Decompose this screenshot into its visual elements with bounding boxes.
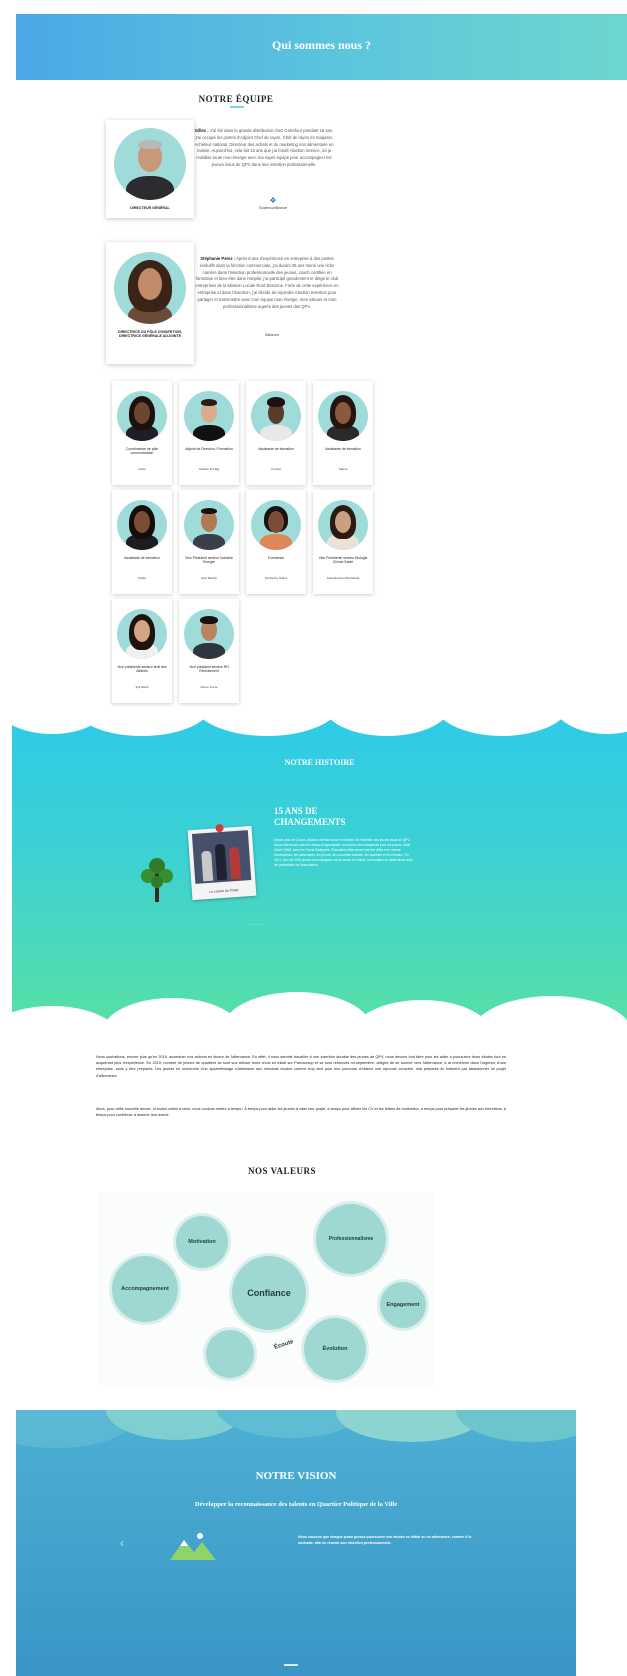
member-name: Kendel [271, 467, 281, 471]
avatar [184, 391, 234, 441]
body-paragraph: Nous souhaitons, encore plus qu'en 2019,… [96, 1055, 506, 1078]
member-role: Assistante de formation [258, 447, 294, 451]
leader-card: DIRECTEUR GÉNÉRAL [106, 120, 194, 218]
history-footnote: — — — — — [248, 922, 267, 926]
photo-caption: Le sachet du Projet [209, 887, 239, 894]
member-role: Vice président secteur RH Recrutement [189, 665, 229, 674]
avatar [114, 128, 186, 200]
avatar [114, 252, 186, 324]
avatar [318, 391, 368, 441]
team-member-card: Vice Présidente secteur Biologie Chimie … [313, 490, 373, 594]
member-name: Aïda Bouchra Benhadda [326, 576, 360, 580]
history-text: Depuis plus de 15 ans, Alaction Service … [274, 838, 413, 867]
member-role: Vice Présidente secteur Biologie Chimie … [318, 556, 368, 565]
avatar [117, 391, 167, 441]
leader-role: DIRECTEUR GÉNÉRAL [130, 206, 170, 210]
member-name: Sofiane El Hajji [198, 467, 220, 471]
value-bubble: Évolution [304, 1318, 366, 1380]
group-photo [191, 830, 252, 884]
carousel-indicator[interactable] [284, 1664, 298, 1666]
values-diagram: Motivation Professionnalisme Accompagnem… [98, 1192, 434, 1386]
member-role: Assistante de formation [124, 556, 160, 560]
team-member-card: Assistante de formation Salma [313, 381, 373, 485]
history-subtitle: 15 ANS DE CHANGEMENTS [274, 806, 346, 827]
hero-banner: Qui sommes nous ? [16, 14, 627, 80]
member-role: Vice présidente secteur droit des Affair… [117, 665, 167, 674]
value-bubble: Confiance [232, 1256, 306, 1330]
title-underline [230, 106, 244, 108]
value-bubble [206, 1330, 254, 1378]
team-section-title: NOTRE ÉQUIPE [198, 94, 274, 104]
partner-logo: Alliance [264, 332, 279, 337]
tree-icon [140, 852, 174, 902]
member-role: Coordinatrice de pôle communication [125, 447, 159, 456]
body-paragraph: Alors, pour cette nouvelle année, ni tou… [96, 1107, 506, 1118]
avatar [117, 500, 167, 550]
member-role: Vice Président secteur Industrie Énergie [185, 556, 233, 565]
history-photo: Le sachet du Projet [187, 823, 257, 901]
avatar [117, 609, 167, 659]
avatar [184, 500, 234, 550]
member-name: Chloé [138, 467, 146, 471]
member-role: Formatrice [267, 556, 285, 560]
member-name: Ilyès Bachiri [200, 576, 218, 580]
values-section-title: NOS VALEURS [248, 1166, 316, 1176]
vision-text: Nous voulons que chaque jeune puisse pou… [298, 1535, 472, 1545]
member-name: Nadia [138, 576, 146, 580]
leader-bio: Gilles : J'ai été dans la grande distrib… [194, 128, 334, 167]
team-member-card: Vice Président secteur Industrie Énergie… [179, 490, 239, 594]
leader-role: DIRECTRICE DU PÔLE D'INSERTION, DIRECTRI… [118, 330, 182, 339]
hero-title: Qui sommes nous ? [271, 38, 372, 52]
sodexo-logo-icon: ❖ [269, 196, 277, 205]
member-role: Assistante de formation [325, 447, 361, 451]
value-label: Écoute [273, 1339, 295, 1351]
vision-subtitle: Développer la reconnaissance des talents… [194, 1501, 398, 1508]
team-member-card: Vice président secteur RH Recrutement Mo… [179, 599, 239, 703]
member-name: Kimberley Diarra [264, 576, 288, 580]
avatar [251, 391, 301, 441]
vision-section-title: NOTRE VISION [255, 1470, 337, 1482]
leader-bio: Stéphanie Perez : Après 8 ans d'expérien… [195, 256, 339, 309]
team-member-card: Vice présidente secteur droit des Affair… [112, 599, 172, 703]
team-member-card: Coordinatrice de pôle communication Chlo… [112, 381, 172, 485]
value-bubble: Professionnalisme [316, 1204, 386, 1274]
avatar [251, 500, 301, 550]
value-bubble: Motivation [176, 1216, 228, 1268]
member-role: Adjoint de Direction / Formation [185, 447, 233, 451]
vision-section: NOTRE VISION Développer la reconnaissanc… [16, 1410, 576, 1676]
mountain-icon [170, 1530, 216, 1560]
member-name: Moron Fonte [200, 685, 218, 689]
history-section-title: NOTRE HISTOIRE [284, 758, 355, 767]
value-bubble: Accompagnement [112, 1256, 178, 1322]
team-member-card: Assistante de formation Nadia [112, 490, 172, 594]
team-member-card: Assistante de formation Kendel [246, 381, 306, 485]
avatar [318, 500, 368, 550]
team-member-card: Formatrice Kimberley Diarra [246, 490, 306, 594]
value-bubble: Engagement [380, 1282, 426, 1328]
partner-logo: ❖ Sodexo/alliance [258, 196, 288, 210]
member-name: Ilya Mehli [135, 685, 149, 689]
team-member-card: Adjoint de Direction / Formation Sofiane… [179, 381, 239, 485]
member-name: Salma [338, 467, 348, 471]
leader-card: DIRECTRICE DU PÔLE D'INSERTION, DIRECTRI… [106, 242, 194, 364]
avatar [184, 609, 234, 659]
history-section: NOTRE HISTOIRE 15 ANS DE CHANGEMENTS Dep… [12, 712, 627, 1030]
chevron-left-icon[interactable]: ‹ [120, 1536, 124, 1550]
